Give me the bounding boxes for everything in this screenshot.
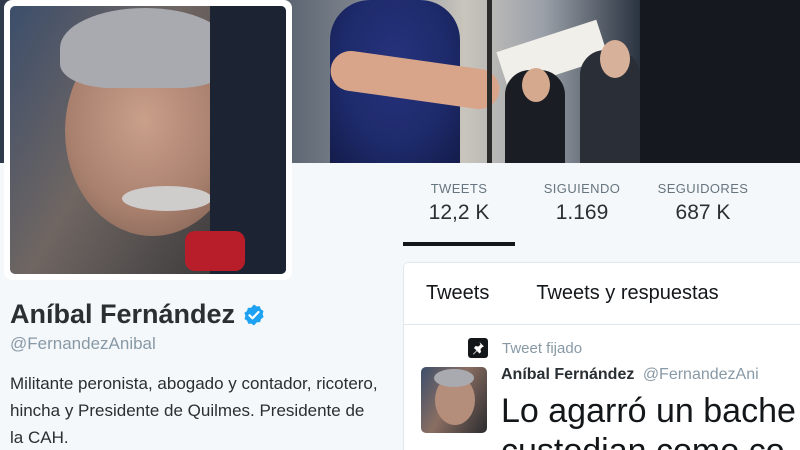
profile-name[interactable]: Aníbal Fernández [10,299,235,330]
stat-tweets[interactable]: TWEETS 12,2 K [403,181,515,246]
profile-avatar[interactable] [4,0,292,280]
profile-handle[interactable]: @FernandezAnibal [10,334,156,354]
profile-stats-nav: TWEETS 12,2 K SIGUIENDO 1.169 SEGUIDORES… [403,181,757,246]
timeline-tabs: Tweets Tweets y respuestas [404,263,800,325]
tweet-avatar[interactable] [421,367,487,433]
tweet-text-line: custodian como co [501,431,796,450]
stat-value: 1.169 [555,201,609,224]
pin-icon [468,338,488,358]
pinned-indicator: Tweet fijado [468,338,582,358]
tab-tweets-and-replies[interactable]: Tweets y respuestas [514,282,740,305]
stat-label: SEGUIDORES [657,181,749,196]
profile-page: Aníbal Fernández @FernandezAnibal Milita… [0,0,800,450]
tweet-text: Lo agarró un bache custodian como co [501,391,796,450]
tweet-author-handle[interactable]: @FernandezAni [643,366,759,383]
profile-name-row: Aníbal Fernández [10,299,266,330]
stat-value: 12,2 K [428,201,490,224]
tab-tweets[interactable]: Tweets [404,282,514,305]
pinned-label: Tweet fijado [502,339,583,357]
verified-badge-icon [244,304,264,325]
stat-label: SIGUIENDO [543,181,621,196]
stat-value: 687 K [675,201,731,224]
profile-bio: Militante peronista, abogado y contador,… [10,374,378,447]
stat-following[interactable]: SIGUIENDO 1.169 [515,181,649,246]
tweet-header: Aníbal Fernández @FernandezAni [501,366,759,384]
timeline-card: Tweets Tweets y respuestas Tweet fijado … [403,262,800,450]
avatar-image [10,6,286,274]
tweet-text-line: Lo agarró un bache [501,392,796,430]
stat-label: TWEETS [430,181,488,196]
stat-followers[interactable]: SEGUIDORES 687 K [649,181,757,246]
tweet-author-name[interactable]: Aníbal Fernández [501,366,634,383]
